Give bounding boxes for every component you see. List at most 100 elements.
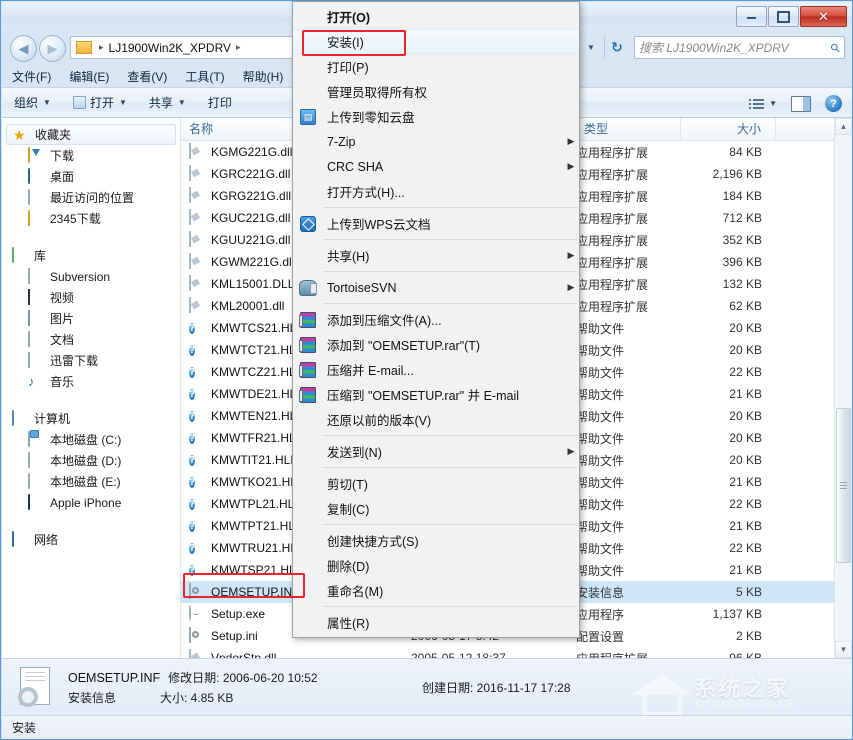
context-menu-item[interactable]: 还原以前的版本(V) — [293, 407, 579, 432]
sidebar-item-network[interactable]: 网络 — [2, 529, 180, 550]
scroll-down-button[interactable]: ▼ — [835, 641, 852, 658]
chevron-right-icon[interactable]: ▸ — [236, 42, 241, 53]
change-view-button[interactable]: ▼ — [749, 98, 777, 109]
file-name-label: KMWTPT21.HLP — [211, 519, 304, 533]
sidebar-item-subversion[interactable]: Subversion — [2, 266, 180, 287]
open-button[interactable]: 打开 ▼ — [72, 94, 127, 111]
details-created: 创建日期: 2016-11-17 17:28 — [422, 680, 571, 695]
winrar-icon — [297, 386, 319, 404]
maximize-button[interactable] — [768, 6, 799, 27]
context-menu-item[interactable]: 删除(D) — [293, 553, 579, 578]
file-name-label: KMWTIT21.HLP — [211, 453, 299, 467]
back-button[interactable]: ◀ — [10, 35, 37, 62]
context-menu-item-label: 共享(H) — [327, 250, 370, 264]
context-menu-item[interactable]: 打开(O) — [293, 4, 579, 29]
column-header-size[interactable]: 大小 — [681, 118, 776, 141]
sidebar-item-downloads[interactable]: 下载 — [2, 145, 180, 166]
menu-item-help[interactable]: 帮助(H) — [243, 68, 284, 85]
close-button[interactable]: ✕ — [800, 6, 847, 27]
file-size-cell: 2,196 KB — [712, 167, 762, 181]
context-menu-item[interactable]: CRC SHA ▶ — [293, 154, 579, 179]
table-row[interactable]: VndorStp.dll 2005-05-12 18:37 应用程序扩展 96 KB — [181, 647, 852, 658]
menu-item-tools[interactable]: 工具(T) — [185, 68, 224, 85]
iphone-icon — [28, 493, 44, 511]
sidebar-item-thunder-download[interactable]: 迅雷下载 — [2, 350, 180, 371]
sidebar-item-documents[interactable]: 文档 — [2, 329, 180, 350]
document-icon — [28, 330, 44, 348]
column-header-type[interactable]: 类型 — [576, 118, 681, 141]
sidebar-item-drive-e[interactable]: 本地磁盘 (E:) — [2, 471, 180, 492]
sidebar-item-drive-d[interactable]: 本地磁盘 (D:) — [2, 450, 180, 471]
context-menu-item[interactable]: 压缩到 "OEMSETUP.rar" 并 E-mail — [293, 382, 579, 407]
context-menu-item[interactable]: 打印(P) — [293, 54, 579, 79]
context-menu-item[interactable]: 创建快捷方式(S) — [293, 528, 579, 553]
sidebar-item-2345download[interactable]: 2345下载 — [2, 208, 180, 229]
sidebar-item-apple-iphone[interactable]: Apple iPhone — [2, 492, 180, 513]
file-name-cell[interactable]: VndorStp.dll — [181, 649, 411, 658]
no-icon — [297, 443, 319, 461]
context-menu-item[interactable]: 上传到WPS云文档 — [293, 211, 579, 236]
sidebar-item-drive-c[interactable]: 本地磁盘 (C:) — [2, 429, 180, 450]
no-icon — [297, 582, 319, 600]
address-dropdown-button[interactable]: ▼ — [580, 36, 602, 59]
menu-item-file[interactable]: 文件(F) — [12, 68, 51, 85]
refresh-button[interactable]: ↻ — [604, 36, 629, 59]
scrollbar-thumb[interactable] — [836, 408, 851, 563]
context-menu-item[interactable]: 发送到(N) ▶ — [293, 439, 579, 464]
help-icon[interactable]: ? — [825, 95, 842, 112]
minimize-button[interactable] — [736, 6, 767, 27]
context-menu-item[interactable]: 压缩并 E-mail... — [293, 357, 579, 382]
context-menu-item[interactable]: 重命名(M) — [293, 578, 579, 603]
context-menu-item[interactable]: 添加到 "OEMSETUP.rar"(T) — [293, 332, 579, 357]
search-input[interactable]: 搜索 LJ1900Win2K_XPDRV ⚲ — [634, 36, 845, 59]
file-name-label: KMWTFR21.HLP — [211, 431, 304, 445]
context-menu-item[interactable]: 安装(I) — [293, 29, 579, 54]
dll-icon — [189, 209, 205, 226]
file-type-cell: 应用程序扩展 — [576, 233, 649, 248]
sidebar-item-libraries[interactable]: 库 — [2, 245, 180, 266]
print-button[interactable]: 打印 — [208, 94, 232, 111]
context-menu-item[interactable]: 共享(H) ▶ — [293, 243, 579, 268]
sidebar-item-desktop[interactable]: 桌面 — [2, 166, 180, 187]
vertical-scrollbar[interactable]: ▲ ▼ — [834, 118, 852, 658]
context-menu-item[interactable]: ▤ 上传到零知云盘 — [293, 104, 579, 129]
menu-separator — [323, 303, 577, 304]
sidebar-item-favorites[interactable]: ★ 收藏夹 — [6, 124, 176, 145]
no-icon — [297, 247, 319, 265]
share-button[interactable]: 共享 ▼ — [149, 94, 186, 111]
organize-button[interactable]: 组织 ▼ — [14, 94, 51, 111]
sidebar-item-videos[interactable]: 视频 — [2, 287, 180, 308]
context-menu-item[interactable]: 复制(C) — [293, 496, 579, 521]
print-label: 打印 — [207, 96, 232, 110]
breadcrumb-path[interactable]: LJ1900Win2K_XPDRV — [109, 41, 232, 55]
dll-icon — [189, 275, 205, 292]
context-menu-item[interactable]: 7-Zip ▶ — [293, 129, 579, 154]
dll-icon — [189, 253, 205, 270]
context-menu-item-label: 添加到 "OEMSETUP.rar"(T) — [327, 339, 481, 353]
sidebar-item-pictures[interactable]: 图片 — [2, 308, 180, 329]
menu-item-view[interactable]: 查看(V) — [127, 68, 167, 85]
sidebar-item-label: 桌面 — [50, 170, 75, 184]
sidebar-item-music[interactable]: ♪ 音乐 — [2, 371, 180, 392]
winrar-icon — [297, 336, 319, 354]
file-name-label: KML20001.dll — [211, 299, 285, 313]
context-menu-item[interactable]: 添加到压缩文件(A)... — [293, 307, 579, 332]
star-icon: ★ — [13, 126, 26, 143]
context-menu-item[interactable]: 管理员取得所有权 — [293, 79, 579, 104]
context-menu-item[interactable]: 打开方式(H)... — [293, 179, 579, 204]
context-menu-item-label: 创建快捷方式(S) — [327, 535, 419, 549]
sidebar-item-recent-places[interactable]: 最近访问的位置 — [2, 187, 180, 208]
context-menu-item[interactable]: TortoiseSVN ▶ — [293, 275, 579, 300]
file-name-label: KMWTKO21.HLP — [211, 475, 306, 489]
sidebar-item-computer[interactable]: 计算机 — [2, 408, 180, 429]
context-menu-item[interactable]: 属性(R) — [293, 610, 579, 635]
forward-button[interactable]: ▶ — [39, 35, 66, 62]
preview-pane-button[interactable] — [791, 95, 811, 112]
inf-icon — [189, 583, 205, 600]
context-menu-item[interactable]: 剪切(T) — [293, 471, 579, 496]
menu-item-edit[interactable]: 编辑(E) — [69, 68, 109, 85]
folder-icon — [76, 41, 92, 54]
dll-icon — [189, 187, 205, 204]
scroll-up-button[interactable]: ▲ — [835, 118, 852, 135]
no-icon — [297, 158, 319, 176]
